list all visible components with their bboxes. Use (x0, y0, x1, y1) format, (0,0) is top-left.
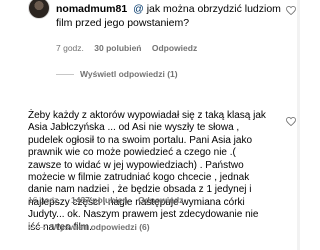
comment-2-time: 16 godz. (28, 195, 61, 205)
view-replies-line (28, 227, 46, 229)
comment-2-likes[interactable]: 1437 polubień (71, 195, 128, 205)
comment-1-time: 7 godz. (56, 43, 84, 53)
avatar[interactable] (28, 0, 50, 19)
like-heart-icon[interactable] (286, 6, 296, 15)
like-heart-icon[interactable] (286, 117, 296, 126)
comment-2-meta: 16 godz. 1437 polubień Odpowiedz (28, 195, 191, 205)
comment-2-body: Żeby każdy z aktorów wypowiadał się z ta… (28, 110, 270, 234)
comment-1-meta: 7 godz. 30 polubień Odpowiedz (56, 43, 205, 53)
comment-2-reply-button[interactable]: Odpowiedz (138, 195, 183, 205)
comment-2-view-replies-label: Wyświetl odpowiedzi (6) (52, 222, 150, 232)
comment-1-mention[interactable]: @ (133, 3, 144, 15)
comment-1-view-replies-label: Wyświetl odpowiedzi (1) (80, 69, 178, 79)
comment-1-view-replies[interactable]: Wyświetl odpowiedzi (1) (56, 69, 178, 79)
comment-1-likes[interactable]: 30 polubień (94, 43, 141, 53)
comment-1-body: nomadmum81 @ jak można obrzydzić ludziom… (56, 2, 284, 30)
comment-1-reply-button[interactable]: Odpowiedz (152, 43, 197, 53)
comment-1-username[interactable]: nomadmum81 (56, 3, 127, 15)
scrollbar[interactable] (297, 0, 300, 250)
comment-2-text: Żeby każdy z aktorów wypowiadał się z ta… (28, 110, 266, 233)
comment-2-view-replies[interactable]: Wyświetl odpowiedzi (6) (28, 222, 150, 232)
view-replies-line (56, 74, 74, 76)
